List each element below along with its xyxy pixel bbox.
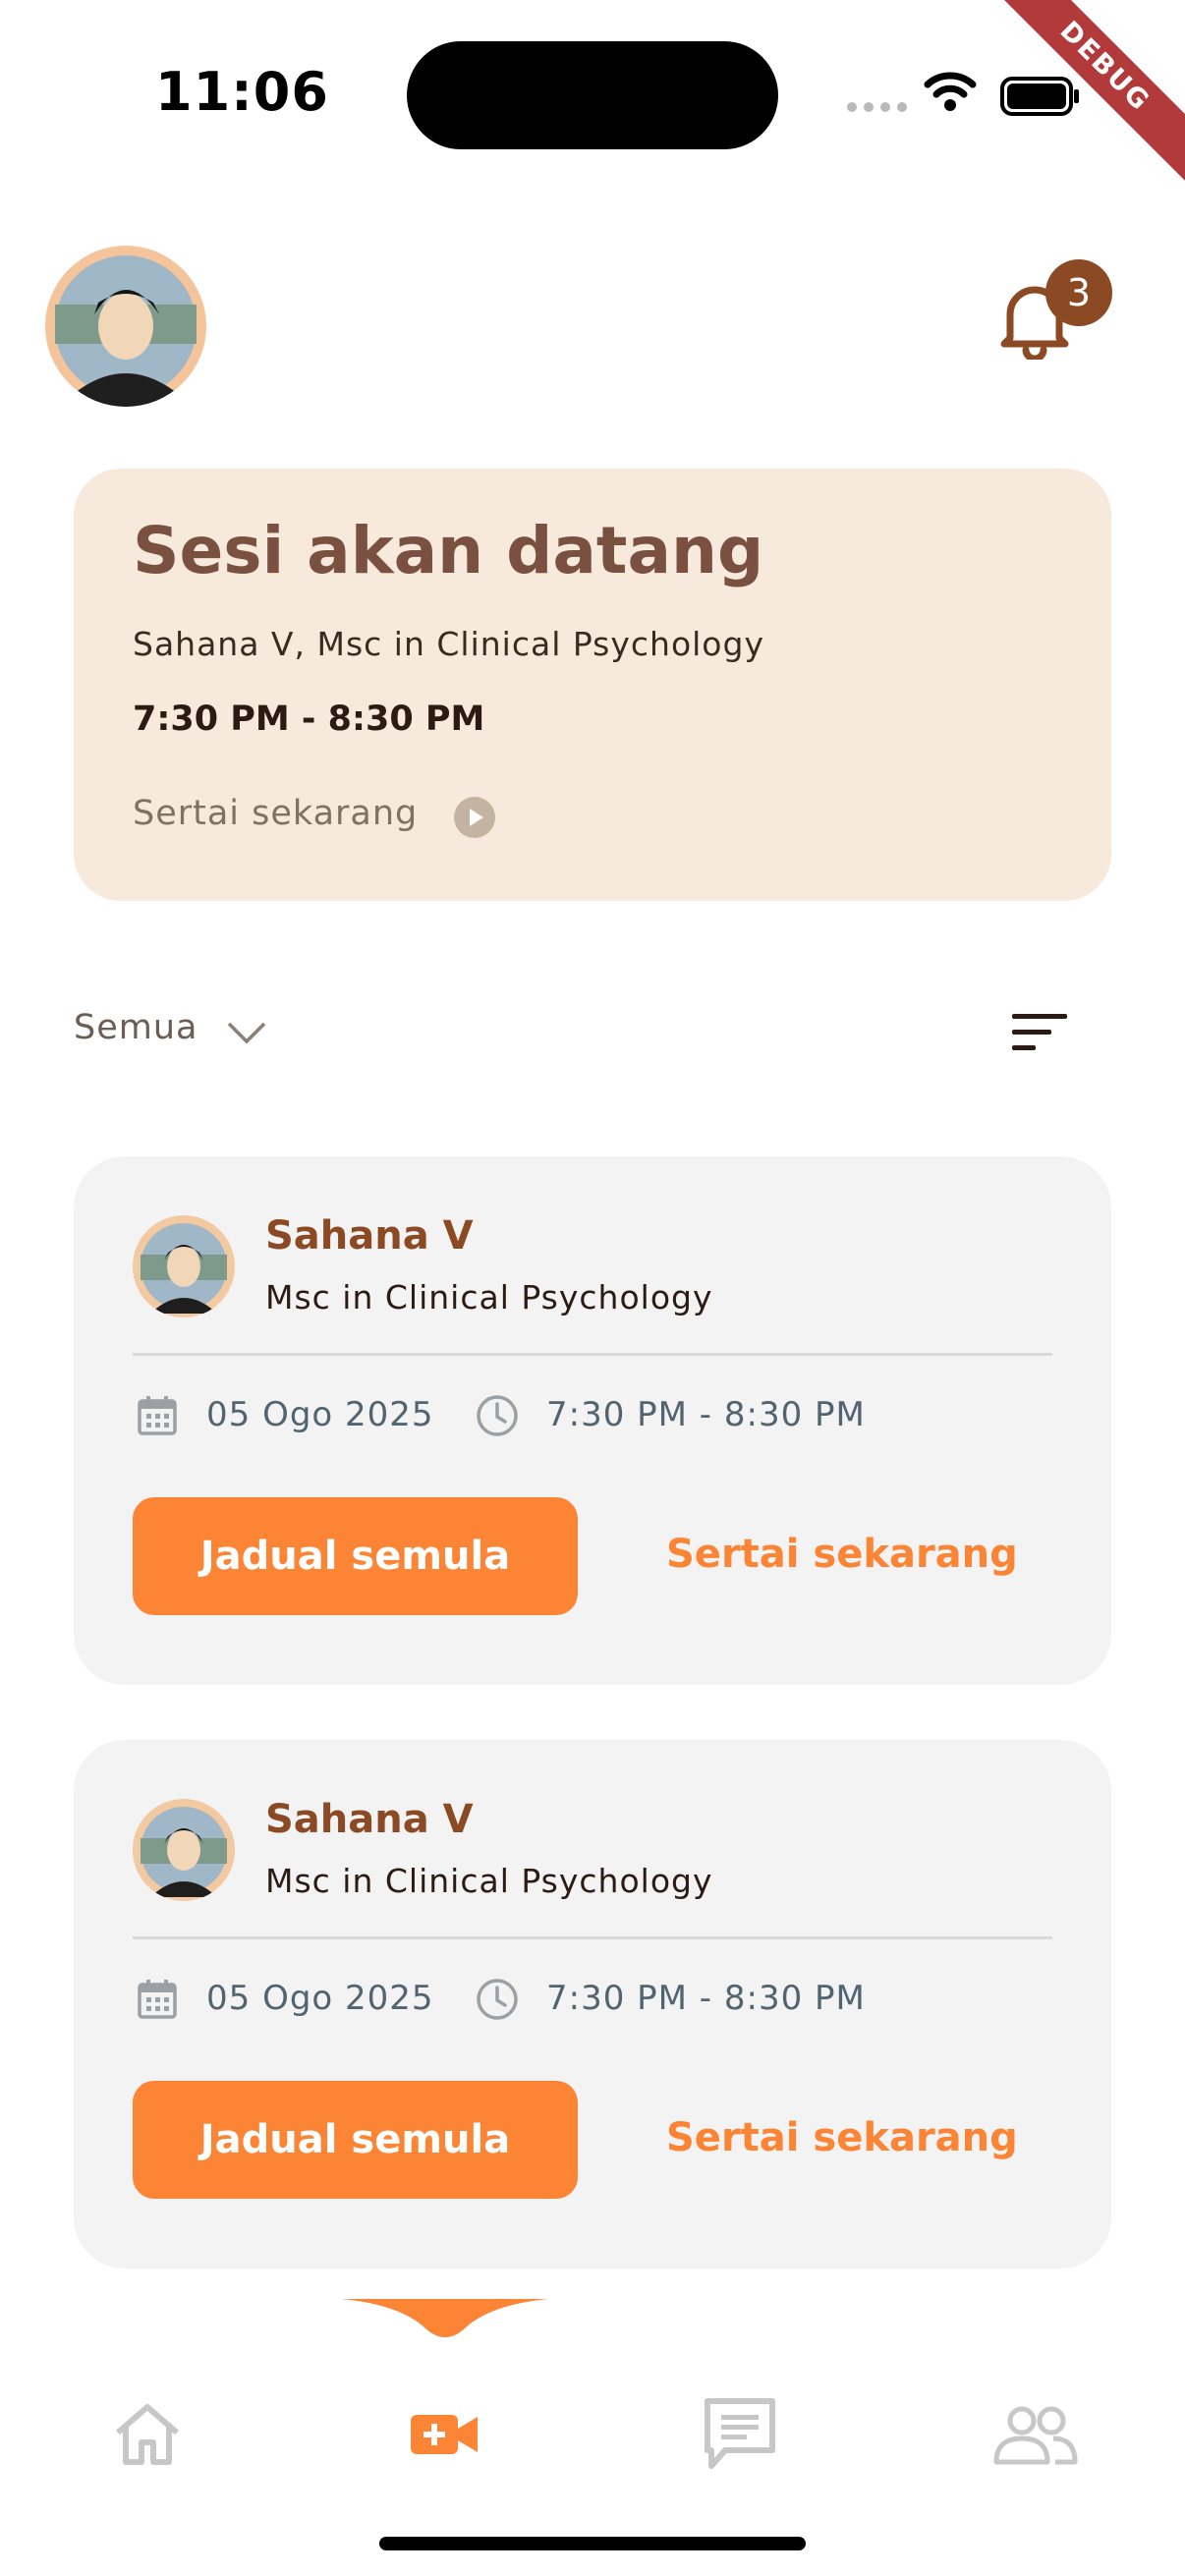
home-icon[interactable] xyxy=(112,2401,183,2466)
wifi-icon xyxy=(924,72,977,111)
session-time: 7:30 PM - 8:30 PM xyxy=(546,1979,866,2018)
card-divider xyxy=(133,1936,1052,1939)
nav-active-indicator xyxy=(342,2299,548,2337)
doctor-avatar xyxy=(133,1215,235,1317)
filter-dropdown[interactable]: Semua xyxy=(74,1008,198,1047)
session-date: 05 Ogo 2025 xyxy=(206,1979,434,2018)
battery-icon xyxy=(1000,77,1079,116)
cellular-signal-icon xyxy=(847,102,907,112)
status-time: 11:06 xyxy=(155,61,329,123)
profile-avatar[interactable] xyxy=(45,246,206,407)
doctor-qualification: Msc in Clinical Psychology xyxy=(265,1278,713,1316)
card-divider xyxy=(133,1353,1052,1356)
calendar-icon xyxy=(138,1396,177,1435)
reschedule-button[interactable]: Jadual semula xyxy=(133,2081,578,2199)
notification-count-badge: 3 xyxy=(1045,259,1112,326)
reschedule-button[interactable]: Jadual semula xyxy=(133,1497,578,1615)
play-circle-icon[interactable] xyxy=(454,797,495,838)
session-date: 05 Ogo 2025 xyxy=(206,1395,434,1434)
video-plus-icon[interactable] xyxy=(411,2411,480,2458)
users-icon[interactable] xyxy=(992,2405,1079,2466)
upcoming-join-link[interactable]: Sertai sekarang xyxy=(133,794,418,833)
upcoming-title: Sesi akan datang xyxy=(133,513,764,588)
chevron-down-icon[interactable] xyxy=(226,1020,267,1045)
doctor-qualification: Msc in Clinical Psychology xyxy=(265,1862,713,1900)
doctor-avatar xyxy=(133,1799,235,1901)
doctor-name: Sahana V xyxy=(265,1797,474,1842)
session-time: 7:30 PM - 8:30 PM xyxy=(546,1395,866,1434)
upcoming-time: 7:30 PM - 8:30 PM xyxy=(133,700,485,739)
message-icon[interactable] xyxy=(704,2397,776,2472)
join-now-button[interactable]: Sertai sekarang xyxy=(666,2115,1018,2160)
clock-icon xyxy=(477,1395,518,1436)
join-now-button[interactable]: Sertai sekarang xyxy=(666,1532,1018,1577)
clock-icon xyxy=(477,1979,518,2020)
sort-icon[interactable] xyxy=(1012,1012,1069,1051)
doctor-name: Sahana V xyxy=(265,1213,474,1259)
upcoming-doctor: Sahana V, Msc in Clinical Psychology xyxy=(133,625,764,663)
dynamic-island xyxy=(407,41,778,149)
home-indicator xyxy=(379,2537,806,2550)
calendar-icon xyxy=(138,1980,177,2019)
